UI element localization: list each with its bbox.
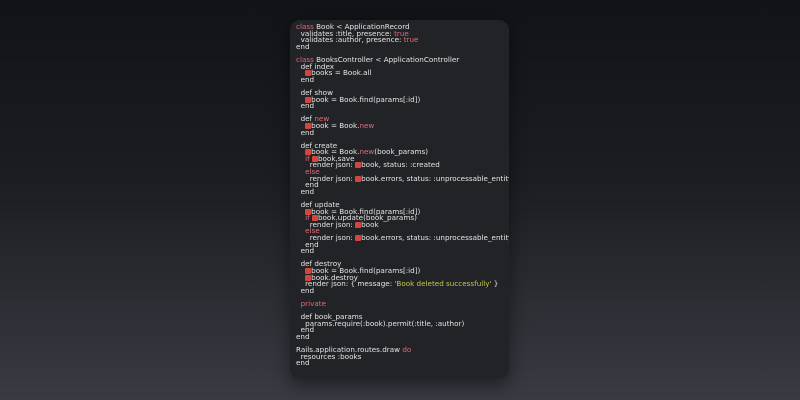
code-line: book = Book.find(params[:id]) [296, 94, 505, 104]
string-token: 'Book deleted successfully' [394, 279, 492, 289]
code-token: book, status: :created [361, 160, 440, 170]
code-token: BooksController < ApplicationController [313, 54, 460, 64]
code-token: end [296, 101, 315, 111]
code-token: } [491, 279, 499, 289]
code-line: end [296, 186, 505, 196]
code-line: end [296, 285, 505, 295]
code-token: book [361, 219, 379, 229]
code-line: end [296, 101, 505, 111]
code-token: (book_params) [374, 147, 429, 157]
code-token: book = Book. [311, 120, 360, 130]
code-line: validates :author, presence: true [296, 35, 505, 45]
code-token: end [296, 358, 310, 368]
code-line: end [296, 326, 505, 334]
code-line: render json: book.errors, status: :unpro… [296, 234, 509, 242]
code-line: end [296, 74, 505, 84]
code-token: end [296, 246, 315, 256]
code-token: book.errors, status: :unprocessable_enti… [361, 233, 509, 242]
code-line: resources :books [296, 353, 505, 361]
code-line: render json: { message: 'Book deleted su… [296, 279, 505, 289]
code-token: book.errors, status: :unprocessable_enti… [361, 173, 509, 183]
code-line: end [296, 127, 505, 137]
code-token: validates :author, presence: [296, 35, 404, 45]
code-token: end [296, 186, 315, 196]
code-token: books = Book.all [311, 68, 372, 78]
code-line: render json: book [296, 219, 505, 229]
code-token: end [296, 285, 315, 295]
code-block[interactable]: class Book < ApplicationRecord validates… [296, 23, 509, 368]
code-line: end [296, 240, 505, 249]
code-token: end [296, 127, 315, 137]
code-line: end [296, 331, 505, 341]
keyword-token: new [359, 147, 375, 157]
keyword-token: true [403, 35, 419, 45]
code-line: render json: book, status: :created [296, 160, 505, 170]
code-line: end [296, 181, 505, 189]
code-line: end [296, 246, 505, 256]
keyword-token: private [300, 298, 326, 308]
code-line: end [296, 358, 505, 368]
code-line: books = Book.all [296, 68, 505, 78]
code-token: end [296, 331, 310, 341]
code-line: params.require(:book).permit(:title, :au… [296, 318, 505, 328]
code-line: book = Book.new [296, 120, 505, 130]
keyword-token: new [359, 120, 375, 130]
code-token: book = Book.find(params[:id]) [311, 94, 421, 104]
code-line: render json: book.errors, status: :unpro… [296, 175, 509, 183]
code-token: end [296, 74, 315, 84]
keyword-token: do [402, 345, 412, 355]
code-line: private [296, 298, 505, 308]
code-editor-window[interactable]: class Book < ApplicationRecord validates… [290, 20, 509, 379]
code-token: end [296, 41, 310, 51]
code-token: params.require(:book).permit(:title, :au… [296, 318, 465, 328]
code-line: end [296, 41, 505, 51]
